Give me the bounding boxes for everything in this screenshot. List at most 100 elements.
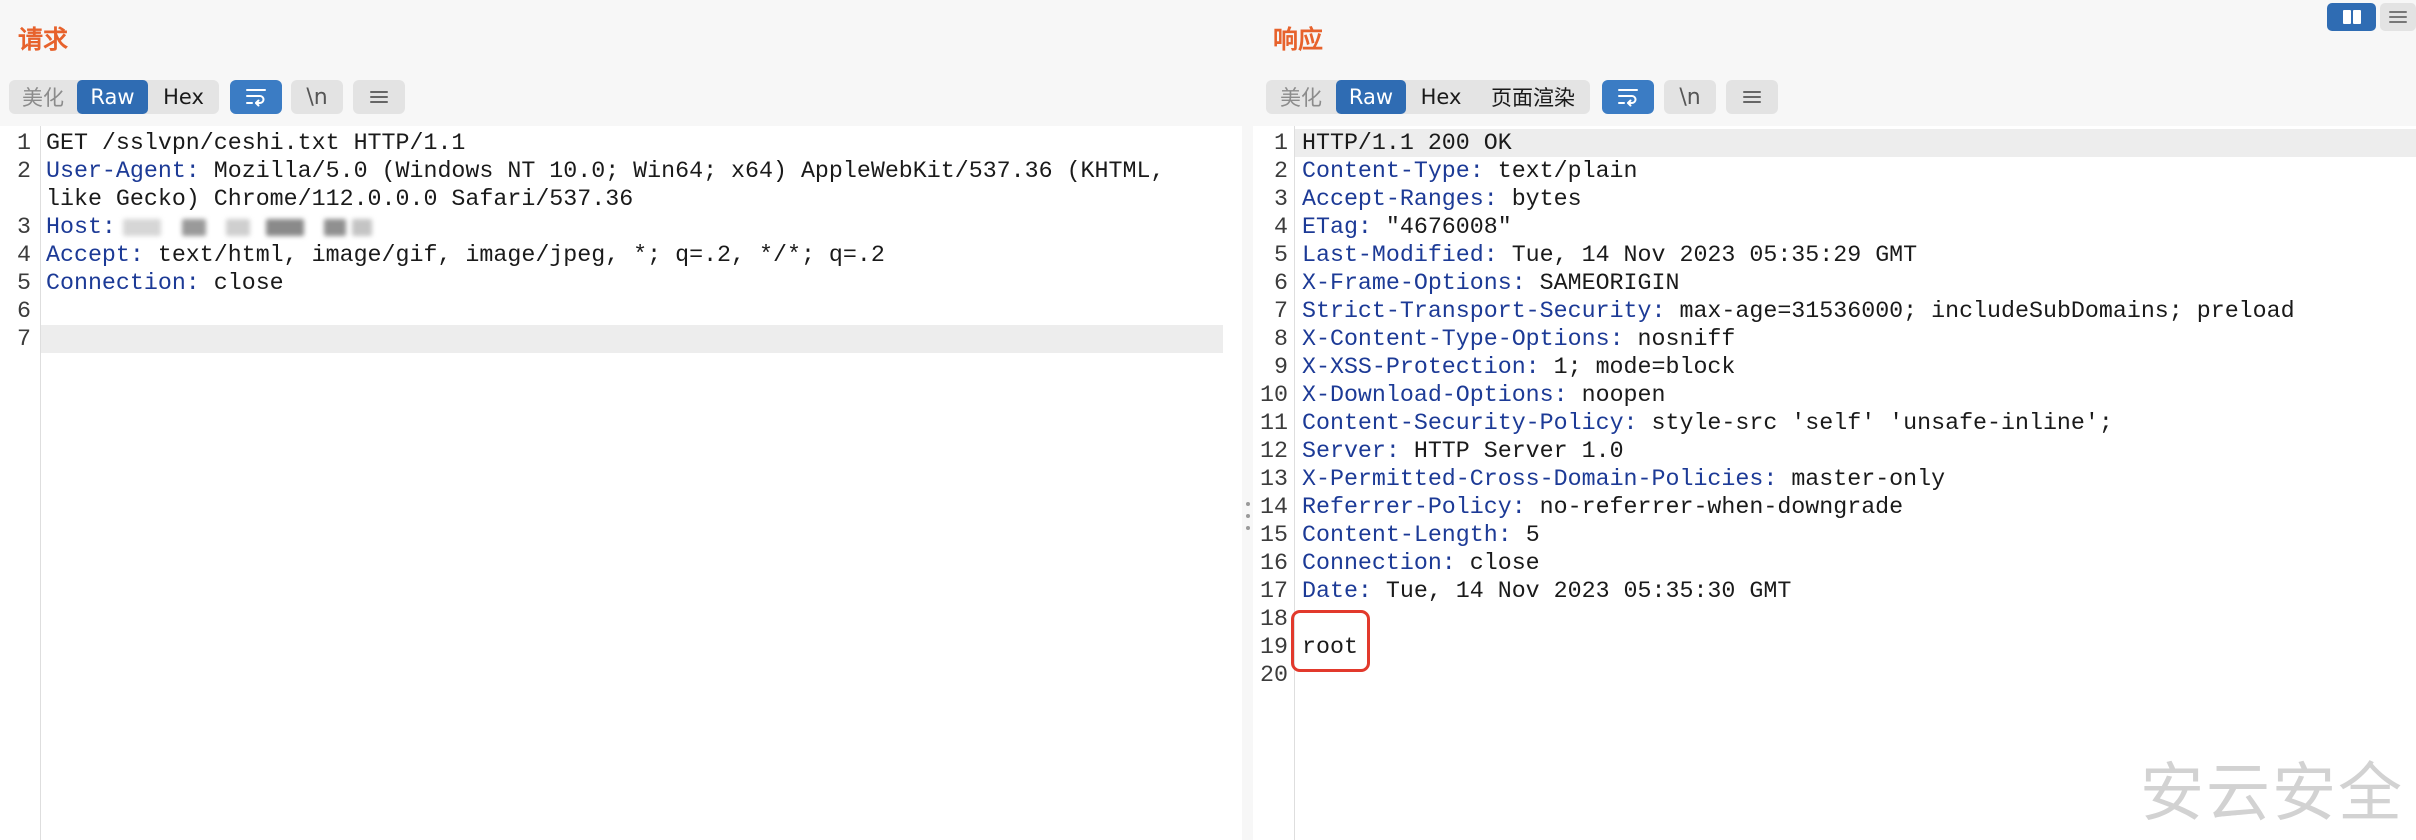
line-number: 13: [1260, 466, 1288, 492]
editor-menu-button[interactable]: [353, 80, 405, 114]
line-content: X-Download-Options: noopen: [1294, 381, 2416, 409]
header-name: Last-Modified:: [1302, 242, 1498, 268]
grip-dot: [1246, 526, 1250, 530]
tab-pretty[interactable]: 美化: [9, 80, 77, 114]
code-line[interactable]: 5 Last-Modified: Tue, 14 Nov 2023 05:35:29…: [1253, 241, 2416, 269]
tab-render[interactable]: 页面渲染: [1476, 80, 1590, 114]
redaction-blur: [225, 219, 250, 236]
line-number: 11: [1260, 410, 1288, 436]
line-number: 9: [1274, 354, 1288, 380]
line-content: GET /sslvpn/ceshi.txt HTTP/1.1: [40, 129, 1223, 157]
header-name: X-Download-Options:: [1302, 382, 1568, 408]
code-line[interactable]: 8 X-Content-Type-Options: nosniff: [1253, 325, 2416, 353]
header-value: bytes: [1511, 186, 1582, 212]
line-number: 12: [1260, 438, 1288, 464]
header-value: noopen: [1581, 382, 1666, 408]
line-number: 2: [1274, 158, 1288, 184]
code-line[interactable]: 1 GET /sslvpn/ceshi.txt HTTP/1.1: [0, 129, 1223, 157]
line-number: 14: [1260, 494, 1288, 520]
line-number: 20: [1260, 662, 1288, 688]
code-line[interactable]: 7: [0, 325, 1223, 353]
pane-resize-handle[interactable]: [1242, 0, 1253, 840]
tab-pretty[interactable]: 美化: [1266, 80, 1336, 114]
tab-raw[interactable]: Raw: [77, 80, 148, 114]
line-number: 6: [17, 298, 31, 324]
header-name: Content-Security-Policy:: [1302, 410, 1638, 436]
code-line[interactable]: 3 Accept-Ranges: bytes: [1253, 185, 2416, 213]
code-line[interactable]: 10 X-Download-Options: noopen: [1253, 381, 2416, 409]
line-number: 1: [1274, 130, 1288, 156]
hamburger-menu-icon: [368, 87, 390, 107]
editor-menu-button[interactable]: [1726, 80, 1778, 114]
header-name: X-XSS-Protection:: [1302, 354, 1540, 380]
code-line[interactable]: 9 X-XSS-Protection: 1; mode=block: [1253, 353, 2416, 381]
code-line[interactable]: 13 X-Permitted-Cross-Domain-Policies: mast…: [1253, 465, 2416, 493]
code-line[interactable]: 17 Date: Tue, 14 Nov 2023 05:35:30 GMT: [1253, 577, 2416, 605]
header-name: Date:: [1302, 578, 1372, 604]
code-line[interactable]: 14 Referrer-Policy: no-referrer-when-downg…: [1253, 493, 2416, 521]
redaction-blur: [181, 219, 206, 236]
code-line[interactable]: 6 X-Frame-Options: SAMEORIGIN: [1253, 269, 2416, 297]
line-number: 18: [1260, 606, 1288, 632]
show-newlines-button[interactable]: \n: [291, 80, 343, 114]
wrap-lines-icon: [1616, 86, 1640, 108]
request-title: 请求: [18, 25, 69, 54]
tab-raw[interactable]: Raw: [1336, 80, 1406, 114]
body-text: root: [1302, 634, 1358, 660]
show-newlines-button[interactable]: \n: [1664, 80, 1716, 114]
line-number: 3: [1274, 186, 1288, 212]
wrap-lines-button[interactable]: [230, 80, 282, 114]
response-view-tabs: 美化 Raw Hex 页面渲染: [1266, 80, 1590, 114]
response-editor[interactable]: 1 HTTP/1.1 200 OK 2 Content-Type: text/plain…: [1253, 126, 2416, 840]
code-line[interactable]: 19 root: [1253, 610, 2416, 672]
line-number: 17: [1260, 578, 1288, 604]
line-content: Server: HTTP Server 1.0: [1294, 437, 2416, 465]
line-number: 7: [1274, 298, 1288, 324]
header-name: Content-Length:: [1302, 522, 1512, 548]
request-editor[interactable]: 1 GET /sslvpn/ceshi.txt HTTP/1.1 2 User-Age…: [0, 126, 1242, 840]
response-pane: 响应 美化 Raw Hex 页面渲染 \n 1 HTTP/1.1 200 OK 2 C…: [1253, 0, 2416, 840]
line-content: X-XSS-Protection: 1; mode=block: [1294, 353, 2416, 381]
code-line[interactable]: 4 ETag: "4676008": [1253, 213, 2416, 241]
code-line[interactable]: 18: [1253, 605, 2416, 633]
line-content: Accept: text/html, image/gif, image/jpeg,…: [40, 241, 1223, 269]
request-pane: 请求 美化 Raw Hex \n 1 GET /sslvpn/ceshi.txt …: [0, 0, 1242, 840]
line-content: Date: Tue, 14 Nov 2023 05:35:30 GMT: [1294, 577, 2416, 605]
line-number: 2: [17, 158, 31, 184]
header-name: ETag:: [1302, 214, 1372, 240]
header-value: SAMEORIGIN: [1539, 270, 1680, 296]
code-line[interactable]: 2 User-Agent: Mozilla/5.0 (Windows NT 10.0…: [0, 157, 1223, 213]
header-value: 5: [1525, 522, 1540, 548]
wrap-lines-icon: [244, 86, 268, 108]
wrap-lines-button[interactable]: [1602, 80, 1654, 114]
line-content: [40, 325, 1223, 353]
code-line[interactable]: 1 HTTP/1.1 200 OK: [1253, 129, 2416, 157]
line-number: 5: [1274, 242, 1288, 268]
watermark-text: 安云安全: [2140, 757, 2404, 831]
line-number: 19: [1260, 634, 1288, 660]
line-number: 10: [1260, 382, 1288, 408]
code-line[interactable]: 16 Connection: close: [1253, 549, 2416, 577]
header-value: max-age=31536000; includeSubDomains; pre…: [1679, 298, 2295, 324]
code-line[interactable]: 4 Accept: text/html, image/gif, image/jpeg…: [0, 241, 1223, 269]
tab-hex[interactable]: Hex: [1406, 80, 1476, 114]
line-content: X-Permitted-Cross-Domain-Policies: master…: [1294, 465, 2416, 493]
code-line[interactable]: 6: [0, 297, 1223, 325]
tab-hex[interactable]: Hex: [148, 80, 219, 114]
header-value: Tue, 14 Nov 2023 05:35:30 GMT: [1385, 578, 1792, 604]
code-line[interactable]: 20: [1253, 661, 2416, 689]
code-line[interactable]: 11 Content-Security-Policy: style-src 'sel…: [1253, 409, 2416, 437]
code-line[interactable]: 15 Content-Length: 5: [1253, 521, 2416, 549]
code-line[interactable]: 12 Server: HTTP Server 1.0: [1253, 437, 2416, 465]
header-value: text/html, image/gif, image/jpeg, *; q=.…: [157, 242, 885, 268]
line-number: 15: [1260, 522, 1288, 548]
header-name: Content-Type:: [1302, 158, 1484, 184]
code-line[interactable]: 2 Content-Type: text/plain: [1253, 157, 2416, 185]
code-line[interactable]: 3 Host:: [0, 213, 1223, 241]
code-line[interactable]: 7 Strict-Transport-Security: max-age=31536…: [1253, 297, 2416, 325]
header-name: Connection:: [1302, 550, 1456, 576]
redaction-blur: [265, 219, 304, 236]
code-line[interactable]: 5 Connection: close: [0, 269, 1223, 297]
header-name: Connection:: [46, 270, 200, 296]
header-value: 1; mode=block: [1553, 354, 1736, 380]
